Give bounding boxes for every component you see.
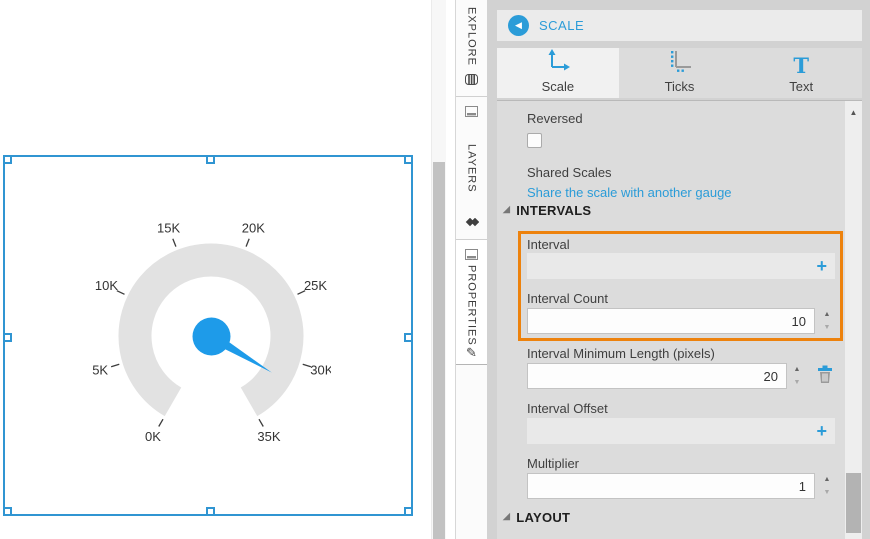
selection-handle[interactable]: [206, 155, 215, 164]
reversed-checkbox[interactable]: [527, 133, 542, 148]
layers-icon: [464, 215, 479, 233]
properties-tab-label: PROPERTIES: [466, 265, 478, 346]
reversed-label: Reversed: [527, 111, 583, 126]
interval-offset-label: Interval Offset: [527, 401, 608, 416]
tab-scale-label: Scale: [542, 79, 575, 94]
properties-panel: ◀ SCALE Scale Ticks T Text R: [487, 0, 870, 539]
add-interval-icon[interactable]: +: [816, 257, 827, 275]
gauge-scale-label: 20K: [242, 221, 265, 236]
design-canvas[interactable]: 0K 5K 10K 15K 20K 25K 30K 35K: [0, 0, 455, 539]
sidebar-tab-layers[interactable]: LAYERS: [456, 97, 487, 240]
tab-scale[interactable]: Scale: [497, 48, 619, 98]
scale-axes-icon: [545, 49, 571, 77]
selection-handle[interactable]: [3, 333, 12, 342]
selection-handle[interactable]: [3, 155, 12, 164]
data-explorer-icon: [465, 72, 478, 90]
delete-trash-icon[interactable]: [817, 365, 833, 389]
multiplier-input[interactable]: [527, 473, 815, 499]
multiplier-label: Multiplier: [527, 456, 579, 471]
panel-window-icon: [465, 104, 478, 122]
share-scale-link[interactable]: Share the scale with another gauge: [527, 185, 732, 200]
multiplier-spinner[interactable]: ▲ ▼: [820, 473, 834, 499]
interval-min-length-spinner[interactable]: ▲ ▼: [790, 363, 804, 389]
gauge-scale-label: 15K: [157, 221, 180, 236]
layout-section-header[interactable]: ◢LAYOUT: [503, 510, 570, 525]
panel-header: ◀ SCALE: [497, 10, 862, 41]
gauge-scale-label: 25K: [304, 278, 327, 293]
selection-handle[interactable]: [404, 507, 413, 516]
ticks-axes-icon: [667, 49, 693, 77]
gauge-scale-label: 35K: [257, 429, 280, 444]
gauge-scale-label: 5K: [92, 363, 108, 378]
panel-content: Reversed Shared Scales Share the scale w…: [497, 101, 845, 539]
spinner-down-icon[interactable]: ▼: [790, 376, 804, 389]
gauge: 0K 5K 10K 15K 20K 25K 30K 35K: [91, 216, 331, 456]
canvas-scrollbar[interactable]: [431, 0, 446, 539]
sidebar-tab-properties[interactable]: PROPERTIES ✎: [456, 240, 487, 365]
spinner-up-icon[interactable]: ▲: [790, 363, 804, 376]
scale-subtabs: Scale Ticks T Text: [497, 48, 862, 98]
spinner-up-icon[interactable]: ▲: [820, 308, 834, 321]
gauge-widget[interactable]: 0K 5K 10K 15K 20K 25K 30K 35K: [91, 216, 331, 456]
interval-count-spinner[interactable]: ▲ ▼: [820, 308, 834, 334]
panel-window-icon: [465, 247, 478, 265]
collapse-triangle-icon: ◢: [503, 511, 510, 522]
add-interval-offset-icon[interactable]: +: [816, 422, 827, 440]
interval-offset-input[interactable]: +: [527, 418, 835, 444]
gauge-needle-knob[interactable]: [193, 318, 231, 356]
canvas-scrollbar-thumb[interactable]: [433, 162, 445, 539]
tab-ticks[interactable]: Ticks: [619, 48, 741, 98]
scroll-up-icon[interactable]: ▲: [845, 108, 862, 117]
selection-handle[interactable]: [206, 507, 215, 516]
panel-title: SCALE: [539, 18, 584, 33]
interval-count-input[interactable]: [527, 308, 815, 334]
interval-label: Interval: [527, 237, 570, 252]
collapse-triangle-icon: ◢: [503, 204, 510, 215]
back-button[interactable]: ◀: [508, 15, 529, 36]
interval-input[interactable]: +: [527, 253, 835, 279]
spinner-down-icon[interactable]: ▼: [820, 486, 834, 499]
interval-min-length-input[interactable]: [527, 363, 787, 389]
panel-scrollbar-thumb[interactable]: [846, 473, 861, 533]
gauge-designer-app: 0K5K10K15K20K25K30K35K EXPLORE LAYERS P: [0, 0, 870, 539]
back-icon: ◀: [515, 21, 522, 30]
gauge-scale-label: 30K: [310, 363, 331, 378]
spinner-down-icon[interactable]: ▼: [820, 321, 834, 334]
selection-handle[interactable]: [404, 333, 413, 342]
sidebar-tab-explore[interactable]: EXPLORE: [456, 0, 487, 97]
panel-scrollbar[interactable]: ▲: [845, 101, 862, 539]
tab-text[interactable]: T Text: [740, 48, 862, 98]
selection-handle[interactable]: [404, 155, 413, 164]
gauge-scale-label: 0K: [145, 429, 161, 444]
side-tab-strip: EXPLORE LAYERS PROPERTIES ✎: [455, 0, 487, 539]
spinner-up-icon[interactable]: ▲: [820, 473, 834, 486]
interval-count-label: Interval Count: [527, 291, 608, 306]
explore-tab-label: EXPLORE: [466, 0, 478, 72]
intervals-section-header[interactable]: ◢INTERVALS: [503, 203, 591, 218]
layers-tab-label: LAYERS: [466, 122, 478, 215]
pencil-icon: ✎: [466, 346, 477, 359]
shared-scales-label: Shared Scales: [527, 165, 612, 180]
gauge-scale-label: 10K: [95, 278, 118, 293]
interval-min-length-label: Interval Minimum Length (pixels): [527, 346, 715, 361]
selection-handle[interactable]: [3, 507, 12, 516]
tab-ticks-label: Ticks: [665, 79, 695, 94]
tab-text-label: Text: [789, 79, 813, 94]
text-icon: T: [793, 55, 809, 77]
